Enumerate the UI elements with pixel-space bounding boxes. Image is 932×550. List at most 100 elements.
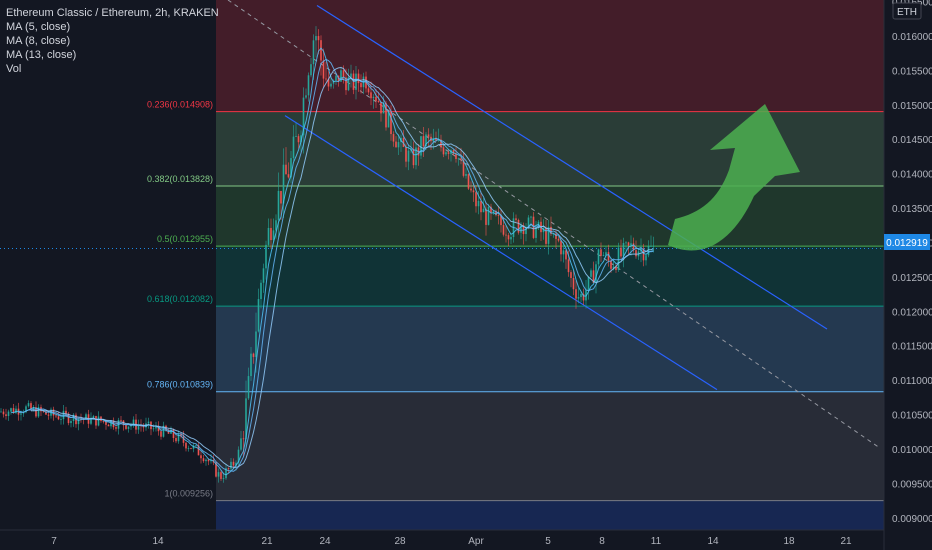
fib-label-3: 0.618(0.012082) bbox=[147, 294, 213, 304]
legend-study-ma13[interactable]: MA (13, close) bbox=[6, 48, 219, 62]
candle-body bbox=[187, 448, 190, 449]
candle-body bbox=[405, 146, 407, 162]
candle-body bbox=[305, 95, 307, 98]
fib-label-4: 0.786(0.010839) bbox=[147, 380, 213, 390]
candle-body bbox=[630, 243, 632, 246]
candle-body bbox=[602, 254, 605, 256]
price-tick-14: 0.009500 bbox=[892, 479, 932, 490]
candle-body bbox=[307, 75, 310, 96]
price-chart[interactable]: 0.236(0.014908) 0.382(0.013828) 0.5(0.0129… bbox=[0, 0, 932, 550]
candle-body bbox=[407, 150, 410, 162]
candle-body bbox=[627, 242, 630, 246]
price-tick-10: 0.011500 bbox=[892, 342, 932, 353]
price-tick-8: 0.012500 bbox=[892, 273, 932, 284]
candle-body bbox=[475, 192, 477, 207]
candle-body bbox=[467, 174, 470, 189]
candle-body bbox=[227, 468, 230, 470]
candle-body bbox=[447, 152, 450, 154]
candle-body bbox=[155, 426, 157, 429]
candle-body bbox=[580, 293, 582, 298]
candle-body bbox=[412, 148, 415, 166]
candle-body bbox=[7, 411, 10, 417]
price-tick-6: 0.013500 bbox=[892, 204, 932, 215]
price-tick-3: 0.015000 bbox=[892, 101, 932, 112]
candle-body bbox=[397, 142, 400, 148]
candle-body bbox=[255, 331, 257, 357]
fib-label-5: 1(0.009256) bbox=[164, 489, 213, 499]
candle-body bbox=[505, 234, 507, 236]
candle-body bbox=[335, 75, 337, 81]
candle-body bbox=[377, 100, 380, 102]
candle-body bbox=[465, 174, 467, 176]
candle-body bbox=[635, 250, 637, 257]
candle-body bbox=[375, 96, 377, 101]
candle-body bbox=[285, 164, 287, 175]
candle-body bbox=[395, 141, 397, 148]
legend-study-vol[interactable]: Vol bbox=[6, 62, 219, 76]
candle-body bbox=[482, 208, 485, 213]
candle-body bbox=[20, 413, 22, 415]
candle-body bbox=[295, 136, 297, 137]
candle-body bbox=[497, 215, 500, 216]
candle-body bbox=[292, 136, 295, 159]
candle-body bbox=[442, 147, 445, 155]
candle-body bbox=[380, 101, 382, 114]
time-tick-5: Apr bbox=[468, 536, 484, 547]
candle-body bbox=[567, 259, 570, 273]
fib-zone-6 bbox=[216, 500, 884, 530]
time-axis[interactable] bbox=[0, 530, 884, 550]
candle-body bbox=[280, 190, 282, 204]
candle-body bbox=[315, 36, 317, 41]
time-tick-10: 18 bbox=[783, 536, 795, 547]
candle-body bbox=[477, 200, 480, 207]
candle-body bbox=[422, 136, 425, 147]
candle-body bbox=[342, 70, 345, 78]
price-tick-2: 0.015500 bbox=[892, 66, 932, 77]
candle-body bbox=[262, 268, 265, 283]
candle-body bbox=[175, 438, 177, 442]
candle-body bbox=[200, 455, 202, 459]
candle-body bbox=[350, 73, 352, 78]
candle-body bbox=[2, 411, 5, 415]
time-tick-6: 5 bbox=[545, 536, 551, 547]
candle-body bbox=[645, 255, 647, 261]
candle-body bbox=[257, 299, 260, 332]
candle-body bbox=[247, 376, 250, 399]
candle-body bbox=[320, 40, 322, 61]
candle-body bbox=[420, 136, 422, 156]
candle-body bbox=[625, 242, 627, 244]
candle-body bbox=[357, 73, 360, 84]
candle-body bbox=[530, 216, 532, 218]
candle-body bbox=[370, 92, 372, 99]
candle-body bbox=[317, 36, 320, 41]
candle-body bbox=[70, 420, 72, 424]
candle-body bbox=[195, 445, 197, 446]
candle-body bbox=[507, 235, 510, 240]
candle-body bbox=[60, 419, 62, 420]
candle-body bbox=[102, 420, 105, 422]
price-tick-9: 0.012000 bbox=[892, 307, 932, 318]
fib-zone-2 bbox=[216, 185, 884, 247]
candle-body bbox=[115, 427, 117, 429]
candle-body bbox=[385, 102, 387, 128]
candle-body bbox=[590, 270, 592, 277]
fib-zone-3 bbox=[216, 246, 884, 307]
price-tick-5: 0.014000 bbox=[892, 170, 932, 181]
candle-body bbox=[222, 478, 225, 480]
candle-body bbox=[297, 136, 300, 143]
candle-body bbox=[325, 78, 327, 80]
candle-body bbox=[560, 240, 562, 255]
price-tick-4: 0.014500 bbox=[892, 135, 932, 146]
fib-zones bbox=[216, 0, 884, 530]
legend-study-ma5[interactable]: MA (5, close) bbox=[6, 20, 219, 34]
price-tick-11: 0.011000 bbox=[892, 376, 932, 387]
fib-zone-5 bbox=[216, 391, 884, 501]
legend-study-ma8[interactable]: MA (8, close) bbox=[6, 34, 219, 48]
candle-body bbox=[312, 40, 315, 65]
price-tick-13: 0.010000 bbox=[892, 445, 932, 456]
candle-body bbox=[267, 227, 270, 245]
candle-body bbox=[152, 428, 155, 430]
candle-body bbox=[427, 134, 430, 137]
candle-body bbox=[617, 247, 620, 270]
candle-body bbox=[107, 424, 110, 427]
